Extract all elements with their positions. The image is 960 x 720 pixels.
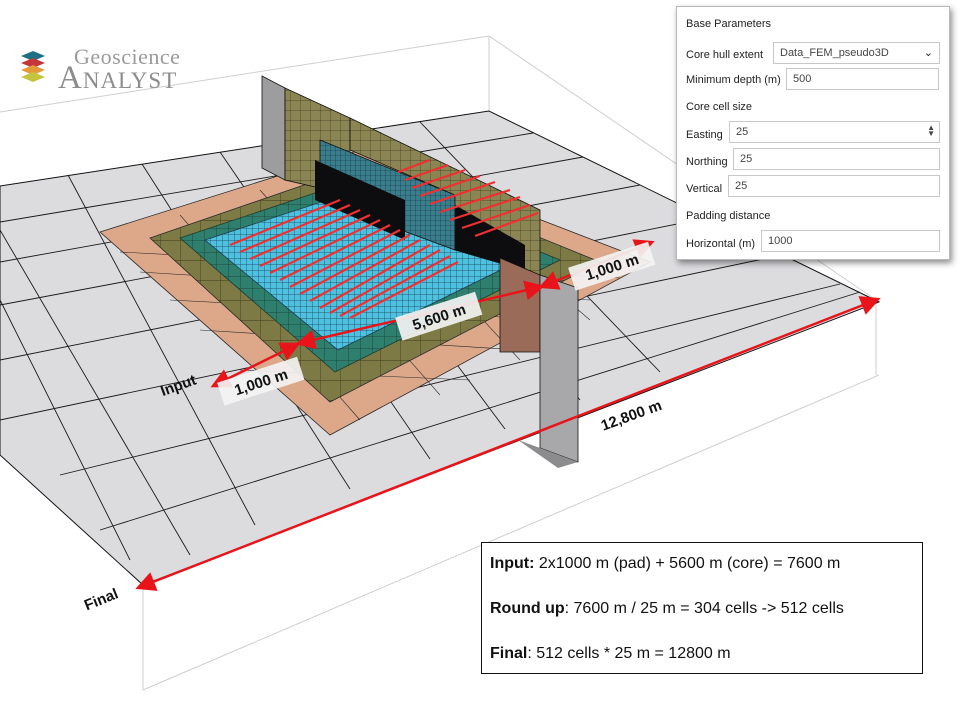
spin-arrows-icon[interactable]: ▲ ▼ — [927, 124, 935, 138]
padding-distance-heading: Padding distance — [686, 210, 771, 222]
info-line-final-bold: Final — [490, 645, 528, 662]
northing-label: Northing — [686, 156, 728, 168]
easting-spinbox[interactable]: 25 ▲ ▼ — [729, 121, 940, 143]
info-line-input-bold: Input: — [490, 555, 535, 572]
minimum-depth-input[interactable]: 500 — [786, 68, 939, 90]
info-line-roundup-bold: Round up — [490, 600, 565, 617]
base-parameters-panel: Base Parameters Core hull extent Data_FE… — [676, 6, 950, 260]
horizontal-padding-input[interactable]: 1000 — [761, 230, 940, 252]
info-line-final-text: : 512 cells * 25 m = 12800 m — [527, 645, 731, 662]
info-line-final: Final: 512 cells * 25 m = 12800 m — [490, 645, 731, 663]
info-line-roundup: Round up: 7600 m / 25 m = 304 cells -> 5… — [490, 600, 844, 618]
geoscience-analyst-logo: Geoscience Analyst — [18, 44, 218, 96]
vertical-input[interactable]: 25 — [728, 175, 940, 197]
layers-icon — [21, 51, 45, 82]
3d-viewport[interactable]: 1,000 m 5,600 m 1,000 m 12,800 m Input F… — [0, 0, 960, 720]
info-line-input-text: 2x1000 m (pad) + 5600 m (core) = 7600 m — [534, 555, 841, 572]
core-hull-extent-select[interactable]: Data_FEM_pseudo3D ⌄ — [773, 42, 940, 64]
info-line-input: Input: 2x1000 m (pad) + 5600 m (core) = … — [490, 555, 840, 573]
info-line-roundup-text: : 7600 m / 25 m = 304 cells -> 512 cells — [564, 600, 844, 617]
final-label: Final — [82, 585, 121, 614]
core-cell-size-heading: Core cell size — [686, 101, 753, 113]
chevron-down-icon: ⌄ — [923, 47, 933, 59]
logo-text-bottom: Analyst — [58, 60, 178, 96]
core-hull-extent-label: Core hull extent — [686, 49, 764, 61]
horizontal-padding-label: Horizontal (m) — [686, 238, 756, 250]
easting-value: 25 — [736, 126, 749, 138]
calculation-infobox: Input: 2x1000 m (pad) + 5600 m (core) = … — [481, 542, 923, 674]
base-parameters-heading: Base Parameters — [686, 18, 771, 30]
minimum-depth-label: Minimum depth (m) — [686, 74, 781, 86]
vertical-label: Vertical — [686, 183, 723, 195]
core-hull-extent-value: Data_FEM_pseudo3D — [780, 47, 889, 59]
easting-label: Easting — [686, 129, 723, 141]
northing-input[interactable]: 25 — [733, 148, 940, 170]
